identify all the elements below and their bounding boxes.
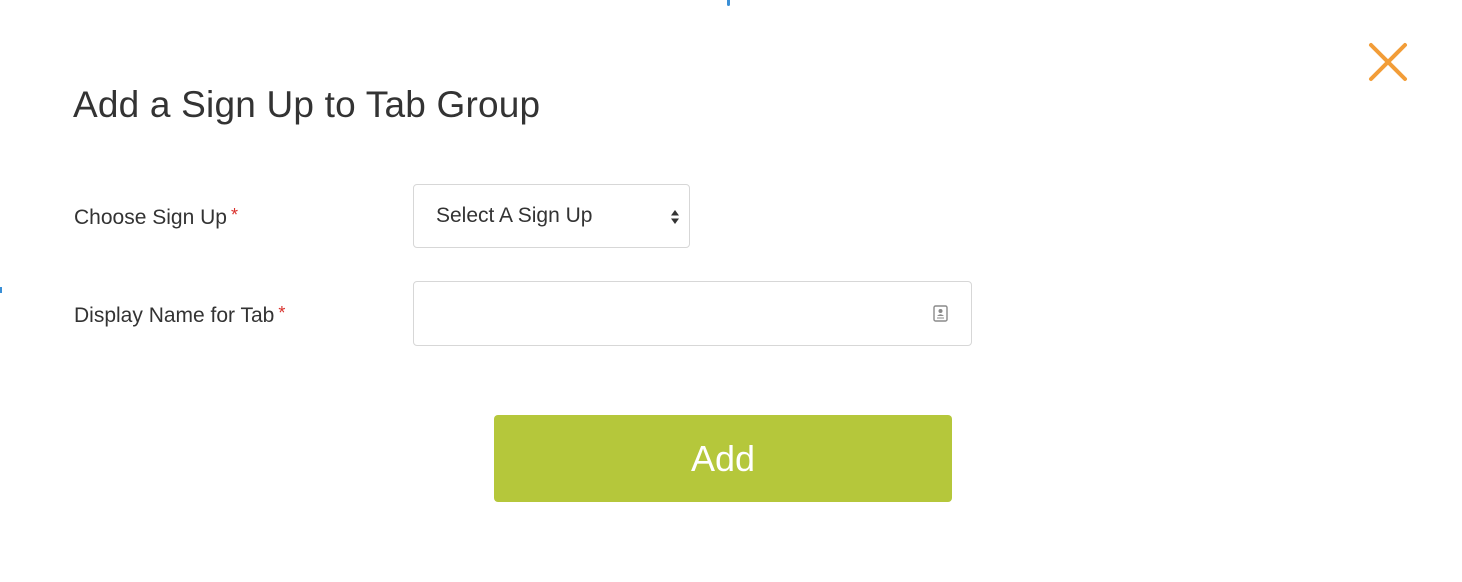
close-button[interactable] xyxy=(1366,40,1410,84)
up-down-arrows-icon xyxy=(671,210,679,224)
choose-signup-label-text: Choose Sign Up xyxy=(74,206,227,229)
display-name-label: Display Name for Tab * xyxy=(74,303,286,328)
choose-signup-select[interactable]: Select A Sign Up xyxy=(413,184,690,248)
top-edge-marker xyxy=(727,0,730,6)
choose-signup-label: Choose Sign Up * xyxy=(74,205,238,230)
dialog-title: Add a Sign Up to Tab Group xyxy=(73,84,541,125)
select-value: Select A Sign Up xyxy=(436,204,593,227)
add-button[interactable]: Add xyxy=(494,415,952,502)
display-name-field xyxy=(413,281,972,346)
close-x-icon xyxy=(1369,43,1407,81)
required-marker: * xyxy=(278,303,286,323)
display-name-input[interactable] xyxy=(415,283,915,342)
contact-card-icon[interactable] xyxy=(933,305,948,322)
required-marker: * xyxy=(230,205,238,225)
add-signup-dialog: Add a Sign Up to Tab Group Choose Sign U… xyxy=(0,0,1462,582)
left-edge-marker xyxy=(0,287,2,293)
display-name-label-text: Display Name for Tab xyxy=(74,304,275,327)
